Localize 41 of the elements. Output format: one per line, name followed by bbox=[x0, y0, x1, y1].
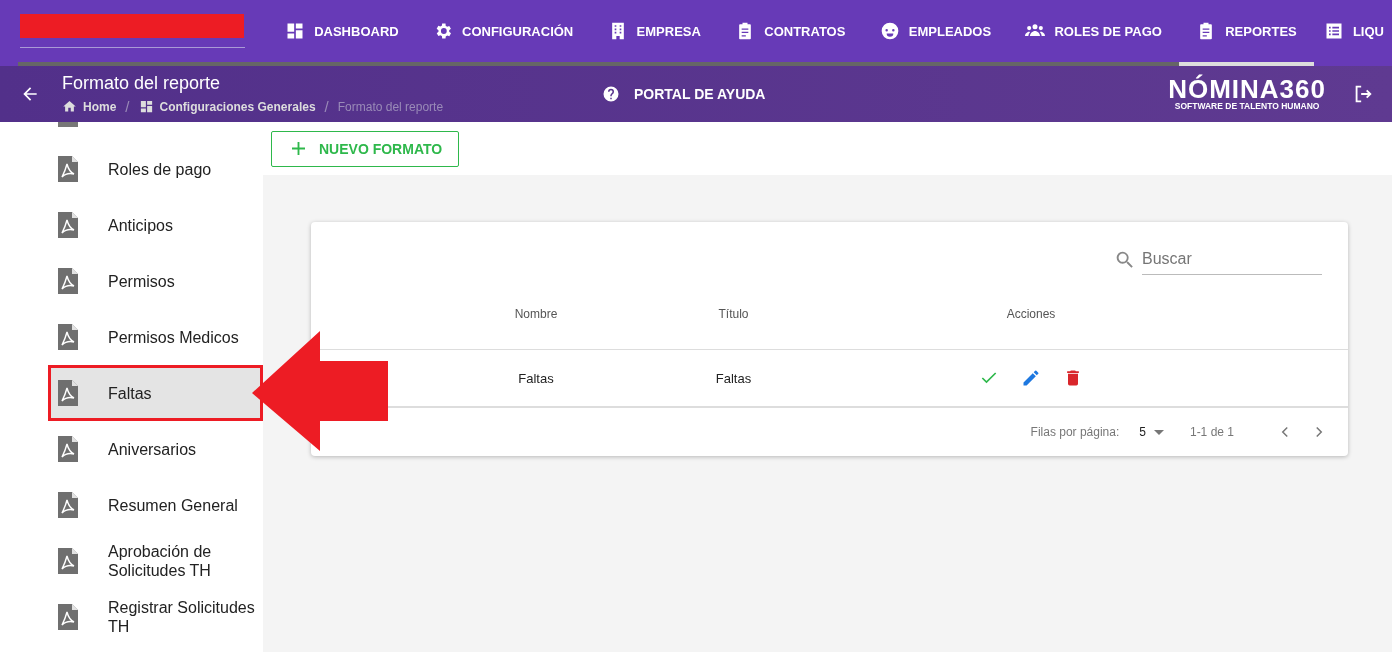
pdf-file-icon bbox=[58, 268, 78, 294]
sidebar-item[interactable]: Roles de pago bbox=[0, 141, 263, 197]
help-icon bbox=[602, 85, 620, 103]
rows-per-page-label: Filas por página: bbox=[1030, 425, 1120, 439]
sidebar-item[interactable]: Registrar Solicitudes TH bbox=[0, 589, 263, 645]
column-header: Acciones bbox=[1005, 307, 1057, 321]
breadcrumb-link[interactable]: Home bbox=[83, 99, 117, 114]
sidebar-item[interactable]: Permisos bbox=[0, 253, 263, 309]
sidebar-item[interactable]: Permisos Medicos bbox=[0, 309, 263, 365]
table-cell-text: Faltas bbox=[517, 370, 555, 386]
breadcrumb-separator: / bbox=[324, 98, 329, 115]
page-title: Formato del reporte bbox=[62, 73, 222, 94]
breadcrumb-separator: / bbox=[125, 98, 130, 115]
pdf-file-icon bbox=[58, 156, 78, 182]
pdf-file-icon bbox=[58, 604, 78, 630]
dashboard-icon bbox=[285, 21, 306, 41]
dashboard-icon bbox=[138, 99, 154, 114]
logo-tagline: SOFTWARE DE TALENTO HUMANO bbox=[1174, 101, 1320, 111]
column-header: Título bbox=[717, 307, 750, 321]
sidebar-item[interactable]: Anticipos bbox=[0, 197, 263, 253]
rows-per-page-select[interactable]: 5 bbox=[1139, 425, 1164, 439]
pdf-file-icon bbox=[58, 324, 78, 350]
pdf-file-icon bbox=[58, 380, 78, 406]
plus-icon bbox=[292, 142, 305, 155]
help-portal-link[interactable]: PORTAL DE AYUDA bbox=[602, 85, 766, 103]
home-icon bbox=[62, 99, 77, 114]
column-header: Nombre bbox=[513, 307, 559, 321]
edit-icon[interactable] bbox=[1021, 368, 1041, 388]
pdf-file-icon bbox=[58, 436, 78, 462]
sidebar-item[interactable]: Aprobación de Solicitudes TH bbox=[0, 533, 263, 589]
sidebar-item[interactable]: Resumen General bbox=[0, 477, 263, 533]
face-icon bbox=[879, 21, 900, 41]
sidebar-item[interactable]: Aniversarios bbox=[0, 421, 263, 477]
table-cell-text: Faltas bbox=[714, 370, 753, 386]
breadcrumb-link[interactable]: Configuraciones Generales bbox=[159, 99, 316, 114]
pdf-file-icon bbox=[58, 212, 78, 238]
sidebar-item[interactable]: Faltas bbox=[48, 365, 263, 421]
pdf-file-icon bbox=[58, 548, 78, 574]
caret-icon bbox=[1153, 429, 1164, 435]
page-range: 1-1 de 1 bbox=[1189, 425, 1234, 439]
pdf-file-icon bbox=[58, 492, 78, 518]
